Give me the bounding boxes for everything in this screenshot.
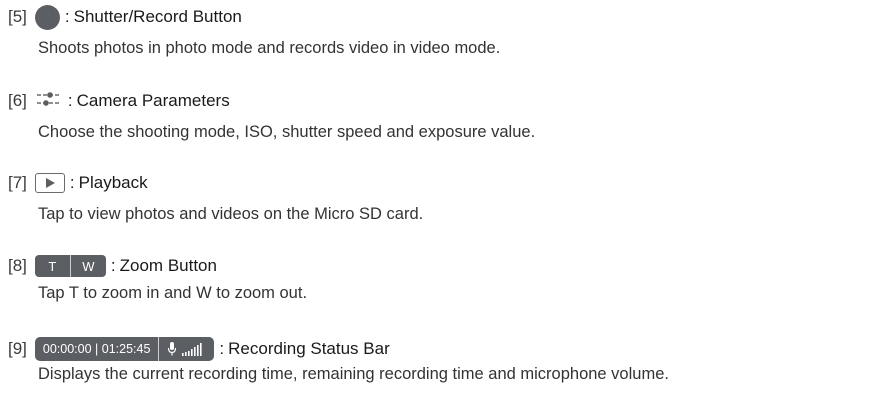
sliders-icon <box>35 88 63 115</box>
item-camera-parameters: [6] : Camera Parameters Choose the shoot… <box>8 89 880 142</box>
volume-level-icon <box>182 342 206 356</box>
item-description: Tap T to zoom in and W to zoom out. <box>38 284 308 302</box>
item-description: Tap to view photos and videos on the Mic… <box>38 205 424 223</box>
microphone-icon <box>167 341 177 357</box>
item-description: Choose the shooting mode, ISO, shutter s… <box>38 123 536 141</box>
item-title: Shutter/Record Button <box>73 7 242 26</box>
zoom-out-label: W <box>82 258 95 274</box>
item-playback: [7] : Playback Tap to view photos and vi… <box>8 171 880 224</box>
divider <box>158 337 160 361</box>
item-zoom-button: [8] T W : Zoom Button Tap T to zoom in a… <box>8 254 880 303</box>
play-icon <box>34 173 65 193</box>
shutter-circle-icon <box>34 4 60 30</box>
item-number: [7] <box>8 173 27 192</box>
separator: : <box>64 7 70 26</box>
zoom-in-label: T <box>48 258 57 274</box>
status-bar-pill: 00:00:00 | 01:25:45 <box>34 337 215 361</box>
item-shutter-record: [5] : Shutter/Record Button Shoots photo… <box>8 4 880 58</box>
separator: : <box>69 173 75 192</box>
item-number: [9] <box>8 339 27 358</box>
separator: : <box>219 339 225 358</box>
separator: : <box>67 91 73 110</box>
item-title: Zoom Button <box>119 256 217 275</box>
zoom-pill: T W <box>34 255 106 277</box>
item-number: [8] <box>8 256 27 275</box>
item-title: Camera Parameters <box>76 91 230 110</box>
item-description: Displays the current recording time, rem… <box>38 365 669 383</box>
item-title: Playback <box>78 173 148 192</box>
item-number: [5] <box>8 7 27 26</box>
item-recording-status-bar: [9] 00:00:00 | 01:25:45: Recording Stat… <box>8 337 880 384</box>
separator: : <box>110 256 116 275</box>
item-number: [6] <box>8 91 27 110</box>
status-text: 00:00:00 | 01:25:45 <box>42 342 151 356</box>
item-title: Recording Status Bar <box>228 339 390 358</box>
item-description: Shoots photos in photo mode and records … <box>38 39 501 57</box>
